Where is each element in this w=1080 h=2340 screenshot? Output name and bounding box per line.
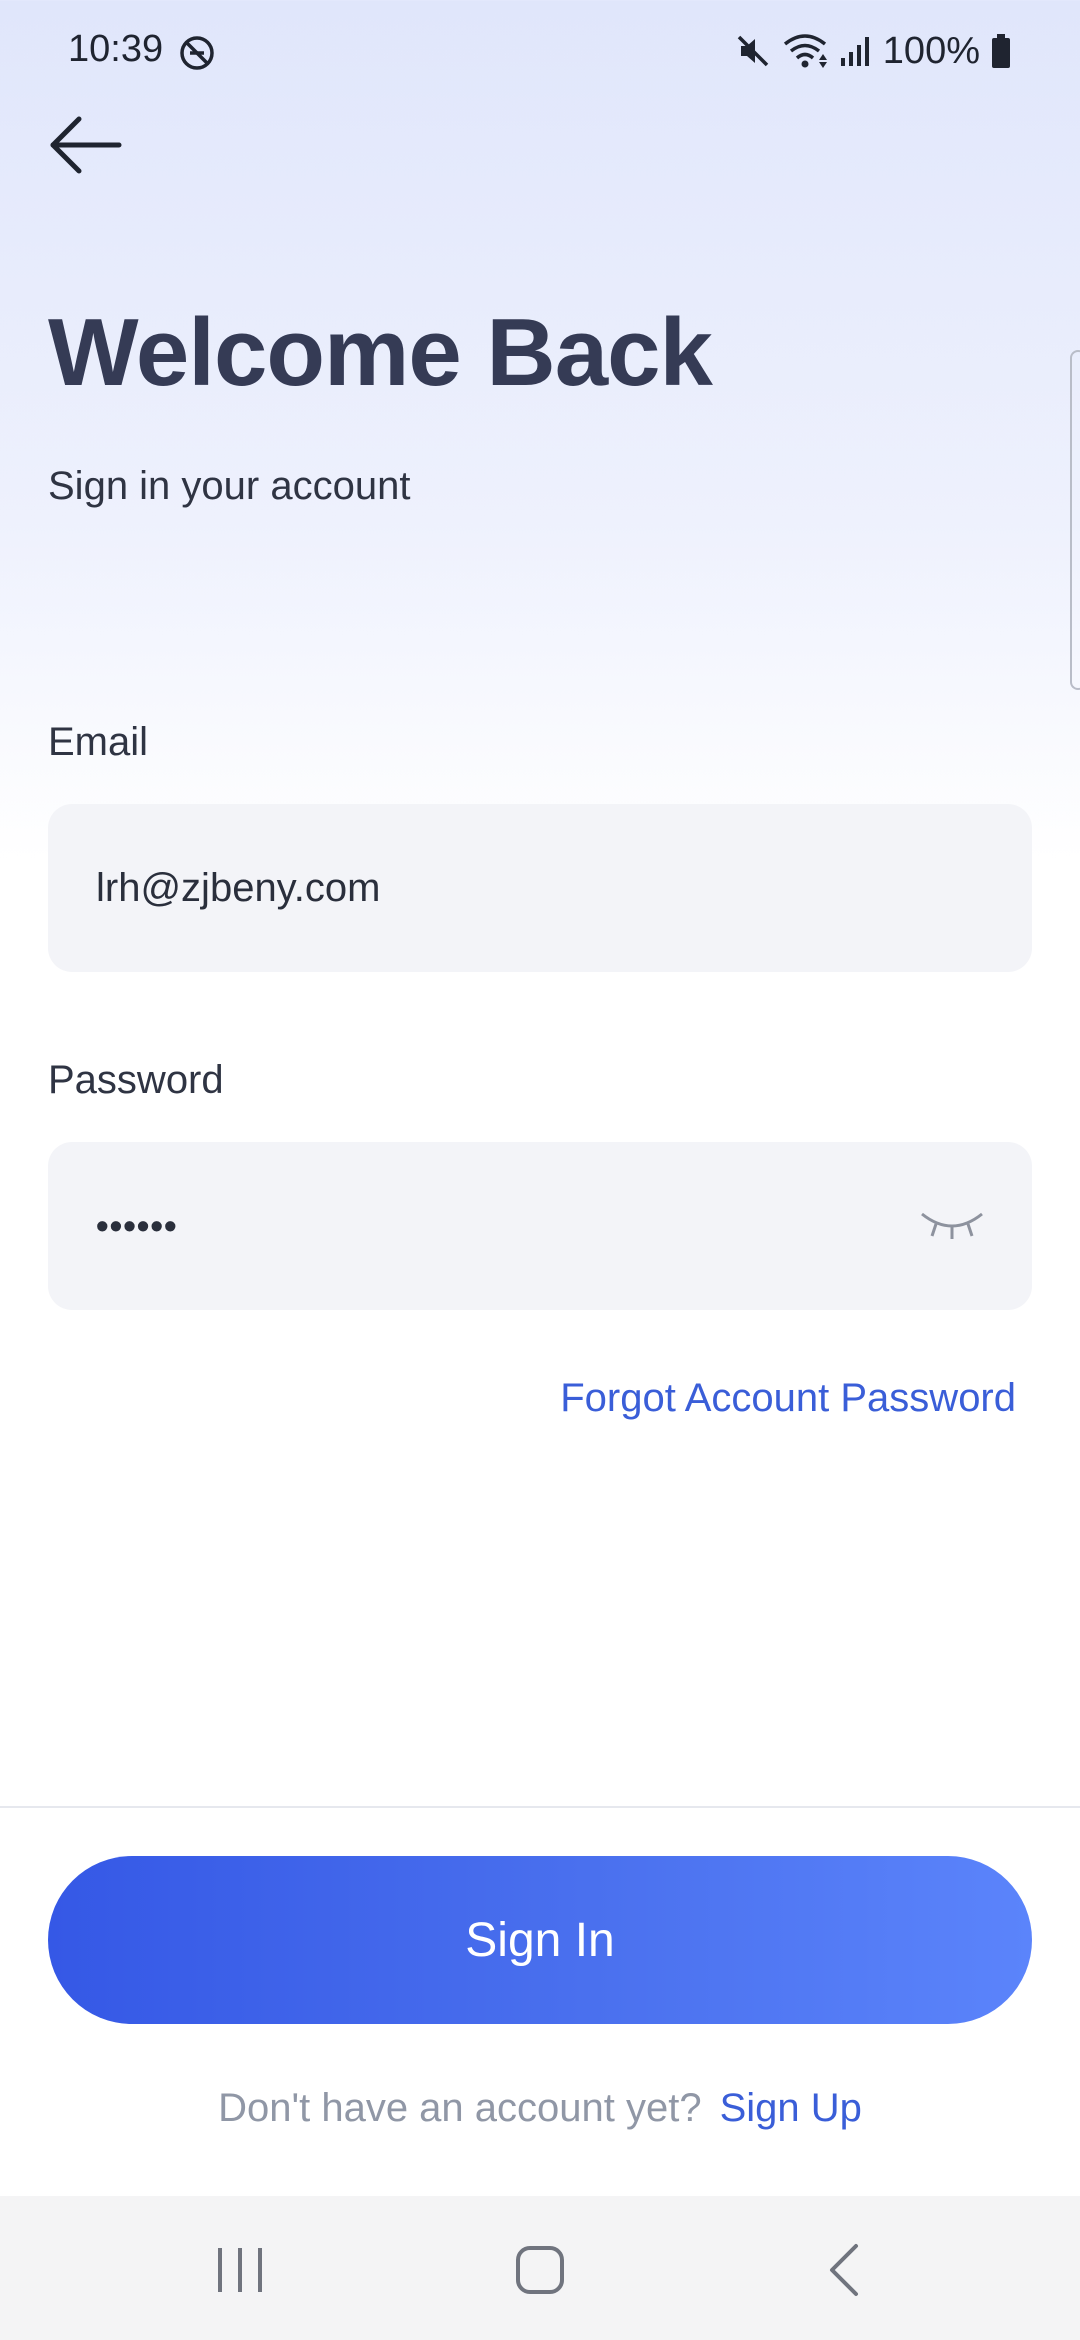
toggle-password-visibility-button[interactable] — [912, 1196, 992, 1256]
home-button[interactable] — [490, 2232, 590, 2312]
password-field[interactable]: •••••• — [48, 1142, 1032, 1310]
email-field[interactable]: lrh@zjbeny.com — [48, 804, 1032, 972]
recents-button[interactable] — [190, 2232, 290, 2312]
battery-icon — [990, 32, 1012, 70]
back-button[interactable] — [40, 108, 130, 186]
status-icons: 100% — [735, 26, 1012, 76]
sign-up-link[interactable]: Sign Up — [720, 2086, 862, 2131]
battery-percent: 100% — [882, 29, 980, 72]
system-back-button[interactable] — [794, 2232, 894, 2312]
divider — [0, 1806, 1080, 1808]
page-subtitle: Sign in your account — [48, 464, 411, 508]
signup-prompt: Don't have an account yet? — [218, 2086, 702, 2130]
password-value: •••••• — [96, 1205, 178, 1246]
page-title: Welcome Back — [48, 299, 713, 406]
edge-panel-handle[interactable] — [1070, 350, 1080, 690]
eye-closed-icon — [918, 1206, 986, 1247]
status-time: 10:39 — [68, 28, 164, 70]
system-nav-bar — [0, 2196, 1080, 2340]
mute-icon — [735, 33, 771, 69]
do-not-disturb-icon — [178, 34, 216, 72]
forgot-password-link[interactable]: Forgot Account Password — [560, 1376, 1016, 1421]
status-bar: 10:39 100% — [0, 0, 1080, 104]
email-label: Email — [48, 720, 149, 764]
home-icon — [512, 2242, 568, 2303]
recents-icon — [210, 2242, 270, 2303]
signup-row: Don't have an account yet? Sign Up — [0, 2086, 1080, 2131]
arrow-left-icon — [45, 113, 125, 182]
sign-in-button[interactable]: Sign In — [48, 1856, 1032, 2024]
wifi-icon — [781, 32, 829, 70]
signal-icon — [839, 34, 873, 68]
password-label: Password — [48, 1058, 224, 1102]
email-value: lrh@zjbeny.com — [96, 865, 381, 910]
chevron-left-icon — [824, 2242, 864, 2303]
